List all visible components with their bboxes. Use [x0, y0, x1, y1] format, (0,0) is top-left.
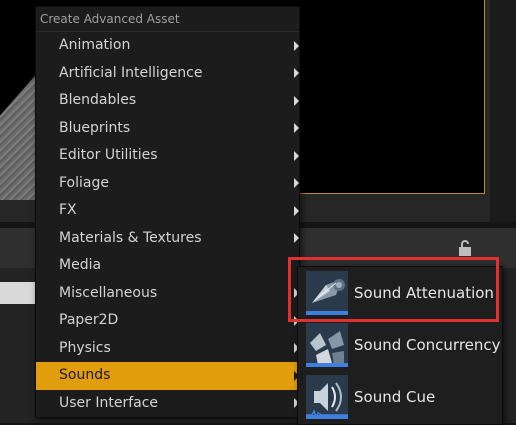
menu-item-label: User Interface: [59, 394, 159, 411]
menu-item-label: Materials & Textures: [59, 229, 202, 246]
menu-item-label: Blendables: [59, 92, 137, 108]
menu-item-label: Animation: [59, 37, 131, 53]
chevron-right-icon: [294, 68, 299, 79]
submenu-item-sound-attenuation[interactable]: Sound Attenuation: [298, 267, 502, 319]
menu-item-artificial-intelligence[interactable]: Artificial Intelligence: [36, 60, 299, 88]
menu-item-label: Editor Utilities: [59, 147, 158, 163]
menu-item-materials-textures[interactable]: Materials & Textures: [36, 225, 299, 253]
submenu-item-sound-concurrency[interactable]: Sound Concurrency: [298, 319, 502, 371]
menu-item-label: Sounds: [59, 367, 111, 383]
sound-attenuation-icon: [306, 271, 348, 315]
menu-item-label: Foliage: [59, 174, 109, 191]
menu-item-label: Blueprints: [59, 119, 131, 136]
text-field[interactable]: [0, 282, 40, 304]
menu-item-label: FX: [59, 202, 77, 218]
menu-item-blendables[interactable]: Blendables: [36, 87, 299, 115]
menu-item-label: Miscellaneous: [59, 284, 158, 301]
submenu-item-label: Sound Cue: [354, 388, 436, 406]
chevron-right-icon: [294, 178, 299, 189]
submenu-item-sound-cue[interactable]: Sound Cue: [298, 371, 502, 423]
menu-item-blueprints[interactable]: Blueprints: [36, 115, 299, 143]
chevron-right-icon: [294, 123, 299, 134]
menu-item-media[interactable]: Media: [36, 252, 299, 280]
menu-header: Create Advanced Asset: [36, 7, 299, 32]
chevron-right-icon: [294, 95, 299, 106]
menu-item-label: Physics: [59, 339, 111, 356]
chevron-right-icon: [294, 150, 299, 161]
menu-item-miscellaneous[interactable]: Miscellaneous: [36, 280, 299, 308]
menu-item-paper2d[interactable]: Paper2D: [36, 307, 299, 335]
menu-item-editor-utilities[interactable]: Editor Utilities: [36, 142, 299, 170]
menu-item-label: Media: [59, 257, 102, 273]
menu-item-fx[interactable]: FX: [36, 197, 299, 225]
chevron-right-icon: [294, 205, 299, 216]
side-strip: [490, 0, 516, 222]
menu-item-sounds[interactable]: Sounds: [36, 362, 299, 390]
lock-open-icon[interactable]: [458, 240, 472, 256]
create-advanced-asset-menu: Create Advanced Asset Animation Artifici…: [35, 6, 300, 418]
menu-item-foliage[interactable]: Foliage: [36, 170, 299, 198]
chevron-right-icon: [294, 40, 299, 51]
menu-item-label: Paper2D: [59, 312, 119, 328]
menu-item-animation[interactable]: Animation: [36, 32, 299, 60]
sound-cue-icon: [306, 375, 348, 419]
viewport-floor-mesh: [0, 70, 40, 200]
chevron-right-icon: [294, 233, 299, 244]
submenu-item-label: Sound Attenuation: [354, 284, 494, 302]
menu-item-label: Artificial Intelligence: [59, 64, 203, 81]
sound-concurrency-icon: [306, 323, 348, 367]
submenu-item-label: Sound Concurrency: [354, 336, 501, 354]
menu-item-user-interface[interactable]: User Interface: [36, 390, 299, 418]
sounds-submenu: Sound Attenuation Sound Concurrency Soun…: [297, 266, 503, 425]
menu-item-physics[interactable]: Physics: [36, 335, 299, 363]
